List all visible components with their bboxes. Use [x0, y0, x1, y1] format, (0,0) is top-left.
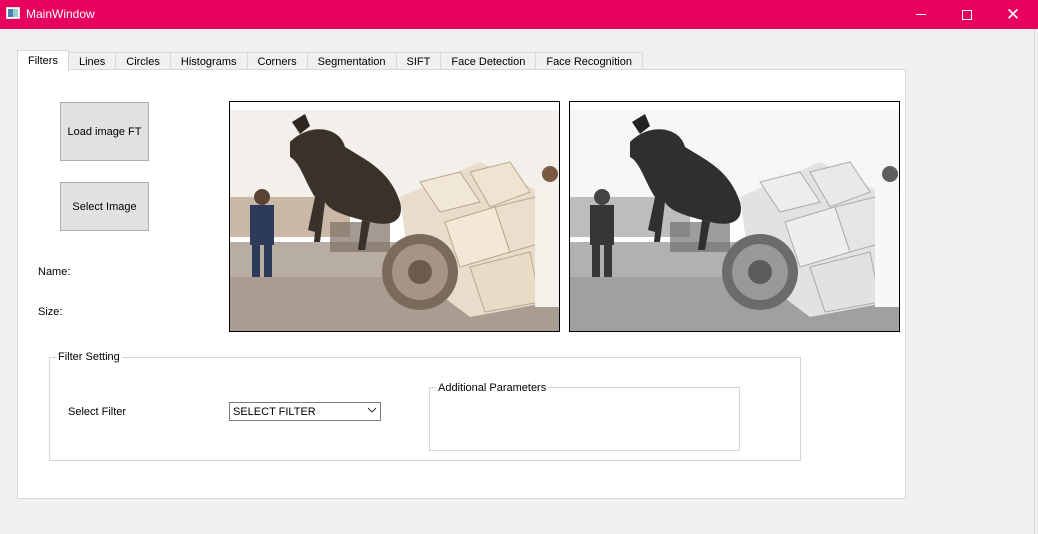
filter-select-value: SELECT FILTER [233, 405, 316, 418]
tab-histograms[interactable]: Histograms [169, 52, 248, 70]
additional-parameters-title: Additional Parameters [436, 382, 549, 394]
close-icon: ✕ [1005, 5, 1021, 24]
app-icon [6, 7, 20, 19]
title-bar: MainWindow ✕ [0, 0, 1038, 29]
tab-circles[interactable]: Circles [115, 52, 171, 70]
select-filter-label: Select Filter [68, 406, 127, 418]
window-title: MainWindow [26, 7, 95, 21]
tab-lines[interactable]: Lines [67, 52, 117, 70]
minimize-button[interactable] [898, 0, 944, 29]
filtered-photo [570, 102, 899, 331]
filters-panel: Load image FT Select Image Name: Size: F… [17, 69, 906, 499]
minimize-icon [916, 14, 926, 15]
tab-sift[interactable]: SIFT [395, 52, 442, 70]
original-photo [230, 102, 559, 331]
maximize-icon [962, 9, 972, 20]
tab-filters[interactable]: Filters [17, 50, 69, 71]
filtered-image-view [569, 101, 900, 332]
tab-corners[interactable]: Corners [246, 52, 308, 70]
original-image-view [229, 101, 560, 332]
tab-face-detection[interactable]: Face Detection [440, 52, 537, 70]
chevron-down-icon [368, 407, 376, 413]
window-edge [1034, 29, 1038, 534]
select-image-button[interactable]: Select Image [60, 182, 149, 231]
name-label: Name: [38, 266, 71, 278]
tab-bar: Filters Lines Circles Histograms Corners… [17, 50, 643, 71]
filter-setting-title: Filter Setting [56, 351, 122, 363]
maximize-button[interactable] [944, 0, 990, 29]
load-image-ft-button[interactable]: Load image FT [60, 102, 149, 161]
tab-segmentation[interactable]: Segmentation [306, 52, 397, 70]
additional-parameters-group [429, 387, 740, 451]
close-button[interactable]: ✕ [990, 0, 1036, 29]
size-label: Size: [38, 306, 63, 318]
tab-face-recognition[interactable]: Face Recognition [535, 52, 643, 70]
filter-select[interactable]: SELECT FILTER [229, 402, 381, 421]
